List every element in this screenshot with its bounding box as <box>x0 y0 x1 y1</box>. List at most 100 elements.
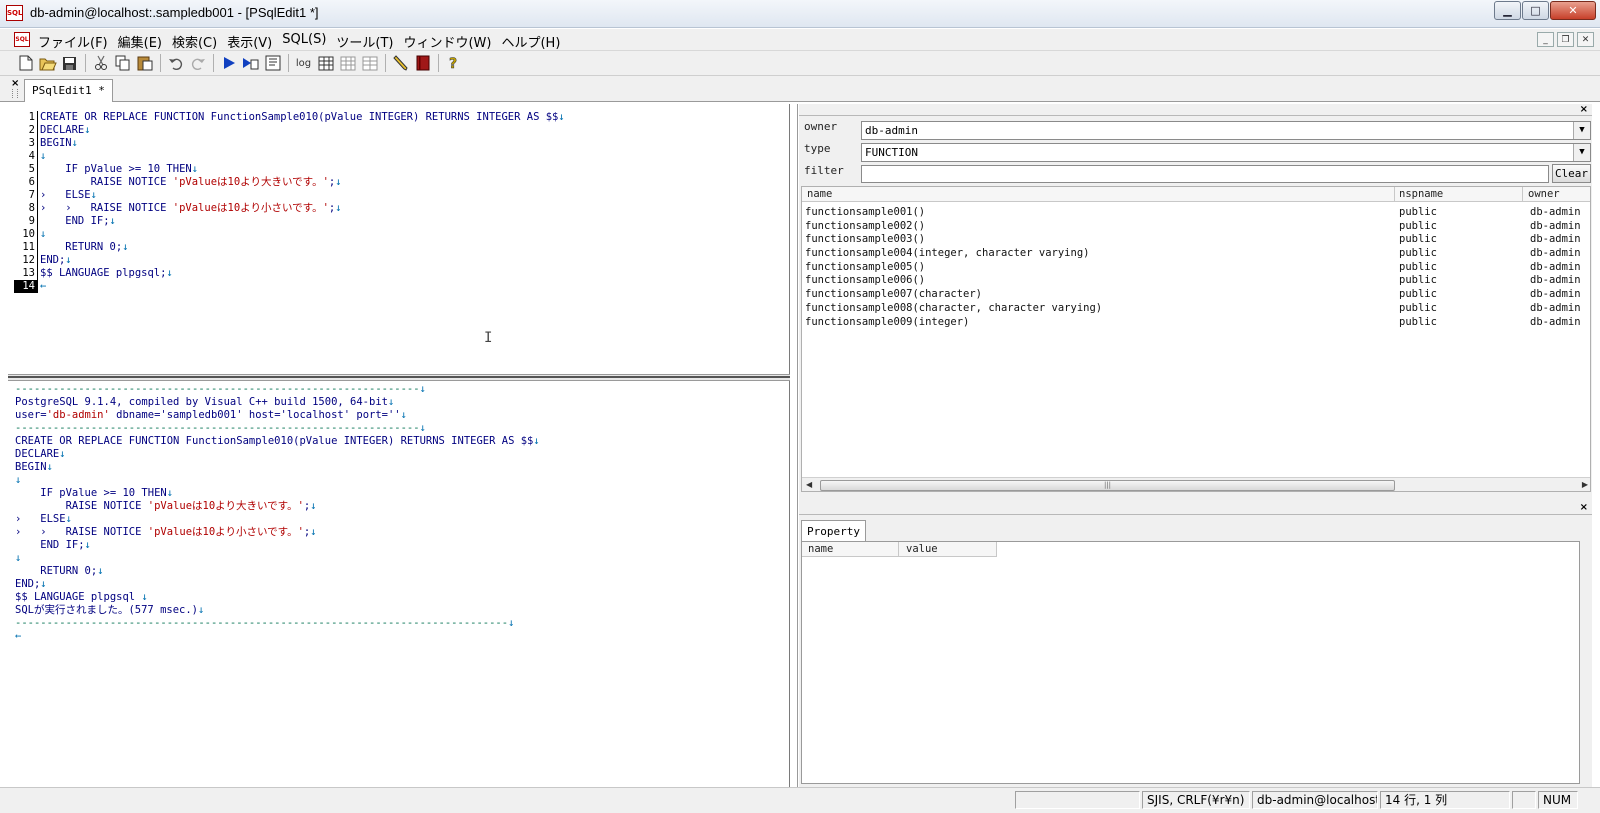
grid-icon-2[interactable] <box>338 54 357 72</box>
line-end-marker: ↓ <box>166 487 174 499</box>
code-text: RETURN 0; <box>15 565 98 577</box>
menu-edit[interactable]: 編集(E) <box>113 32 167 51</box>
function-list[interactable]: name nspname owner functionsample001() pu… <box>801 186 1591 492</box>
menu-sql[interactable]: SQL(S) <box>277 32 331 51</box>
line-end-marker: ↓ <box>71 137 78 149</box>
list-item[interactable]: functionsample005() public db-admin <box>802 261 1590 275</box>
log-icon[interactable]: log <box>294 54 313 72</box>
minimize-button[interactable]: ▁ <box>1494 1 1521 20</box>
type-select[interactable]: FUNCTION ▼ <box>861 143 1591 162</box>
code-text: dbname='sampledb001' host='localhost' po… <box>109 409 401 421</box>
menu-view[interactable]: 表示(V) <box>222 32 277 51</box>
toolbar-separator <box>213 54 214 72</box>
output-line: CREATE OR REPLACE FUNCTION FunctionSampl… <box>15 435 540 448</box>
horizontal-scrollbar[interactable]: ◀ ||| ▶ <box>802 477 1590 491</box>
mdi-close-button[interactable]: ✕ <box>1577 32 1594 47</box>
open-folder-icon[interactable] <box>38 54 57 72</box>
mdi-restore-button[interactable]: ❐ <box>1557 32 1574 47</box>
status-empty-cell <box>1512 791 1536 809</box>
splitter-line <box>8 376 790 378</box>
line-number: 14 <box>14 280 38 293</box>
close-property-icon[interactable]: × <box>1580 502 1588 513</box>
run-icon[interactable] <box>219 54 238 72</box>
toolbar-separator <box>160 54 161 72</box>
column-header-name[interactable]: name <box>807 188 832 200</box>
column-divider[interactable] <box>898 542 899 557</box>
line-end-marker: ↓ <box>198 604 205 616</box>
undo-icon[interactable] <box>166 54 185 72</box>
column-divider[interactable] <box>996 542 997 557</box>
column-divider[interactable] <box>1522 187 1523 202</box>
maximize-button[interactable]: □ <box>1522 1 1549 20</box>
tab-grip[interactable] <box>12 89 18 98</box>
close-button[interactable]: ✕ <box>1550 1 1596 20</box>
scroll-right-icon[interactable]: ▶ <box>1582 480 1588 489</box>
list-item[interactable]: functionsample003() public db-admin <box>802 233 1590 247</box>
list-item[interactable]: functionsample007(character) public db-adm… <box>802 288 1590 302</box>
cell-owner: db-admin <box>1530 247 1581 260</box>
line-number: 6 <box>14 176 38 189</box>
mdi-minimize-button[interactable]: _ <box>1537 32 1554 47</box>
explain-icon[interactable] <box>263 54 282 72</box>
tab-property[interactable]: Property <box>801 520 866 542</box>
copy-icon[interactable] <box>113 54 132 72</box>
pencil-icon[interactable] <box>391 54 410 72</box>
menu-window[interactable]: ウィンドウ(W) <box>398 32 496 51</box>
clear-button[interactable]: Clear <box>1552 164 1591 183</box>
cut-icon[interactable] <box>91 54 110 72</box>
line-end-marker: ↓ <box>15 474 22 486</box>
tab-psqledit1[interactable]: PSqlEdit1 * <box>24 79 113 102</box>
menu-search[interactable]: 検索(C) <box>167 32 222 51</box>
close-panel-icon[interactable]: × <box>1580 104 1588 115</box>
paste-icon[interactable] <box>135 54 154 72</box>
column-divider[interactable] <box>1394 187 1395 202</box>
grid-icon[interactable] <box>316 54 335 72</box>
code-text: user= <box>15 409 47 421</box>
document-icon[interactable]: SQL <box>14 32 30 47</box>
new-file-icon[interactable] <box>16 54 35 72</box>
output-line: › › RAISE NOTICE 'pValueは10より小さいです。';↓ <box>15 526 540 539</box>
scroll-thumb[interactable]: ||| <box>820 480 1395 491</box>
column-header-owner[interactable]: owner <box>1528 188 1560 200</box>
column-header-nspname[interactable]: nspname <box>1399 188 1443 200</box>
menu-tools[interactable]: ツール(T) <box>331 32 398 51</box>
list-header: name nspname owner <box>802 187 1590 202</box>
line-number-gutter: 1 2 3 4 5 6 7 8 9 10 11 12 13 14 <box>14 111 38 293</box>
help-icon[interactable]: ? <box>444 54 463 72</box>
code-line: › ELSE↓ <box>40 189 565 202</box>
list-item[interactable]: functionsample004(integer, character var… <box>802 247 1590 261</box>
run-step-icon[interactable] <box>241 54 260 72</box>
code-line: DECLARE↓ <box>40 124 565 137</box>
chevron-down-icon[interactable]: ▼ <box>1573 144 1590 161</box>
cell-nspname: public <box>1399 233 1437 246</box>
redo-icon[interactable] <box>188 54 207 72</box>
menu-help[interactable]: ヘルプ(H) <box>496 32 565 51</box>
code-line: BEGIN↓ <box>40 137 565 150</box>
owner-select[interactable]: db-admin ▼ <box>861 121 1591 140</box>
chevron-down-icon[interactable]: ▼ <box>1573 122 1590 139</box>
list-item[interactable]: functionsample001() public db-admin <box>802 206 1590 220</box>
close-tab-icon[interactable]: × <box>11 78 19 89</box>
grid-icon-3[interactable] <box>360 54 379 72</box>
status-connection: db-admin@localhost: <box>1252 791 1378 809</box>
list-item[interactable]: functionsample002() public db-admin <box>802 220 1590 234</box>
line-end-marker: ↓ <box>335 202 342 214</box>
line-end-marker: ↓ <box>533 435 540 447</box>
vertical-splitter[interactable] <box>790 104 798 787</box>
book-icon[interactable] <box>413 54 432 72</box>
line-end-marker: ↓ <box>558 111 565 123</box>
list-item[interactable]: functionsample006() public db-admin <box>802 274 1590 288</box>
sql-editor[interactable]: 1 2 3 4 5 6 7 8 9 10 11 12 13 14 CREATE OR REPLACE FU… <box>8 104 790 381</box>
property-grid[interactable]: name value <box>801 541 1580 784</box>
list-item[interactable]: functionsample009(integer) public db-admin <box>802 316 1590 330</box>
filter-input[interactable] <box>861 165 1549 183</box>
save-icon[interactable] <box>60 54 79 72</box>
scroll-left-icon[interactable]: ◀ <box>806 480 812 489</box>
menu-file[interactable]: ファイル(F) <box>33 32 113 51</box>
code-text: › ELSE <box>40 189 91 201</box>
column-header-name[interactable]: name <box>808 543 833 555</box>
list-item[interactable]: functionsample008(character, character v… <box>802 302 1590 316</box>
panel-divider <box>799 514 1592 515</box>
column-header-value[interactable]: value <box>906 543 938 555</box>
output-pane[interactable]: ----------------------------------------… <box>8 381 790 787</box>
